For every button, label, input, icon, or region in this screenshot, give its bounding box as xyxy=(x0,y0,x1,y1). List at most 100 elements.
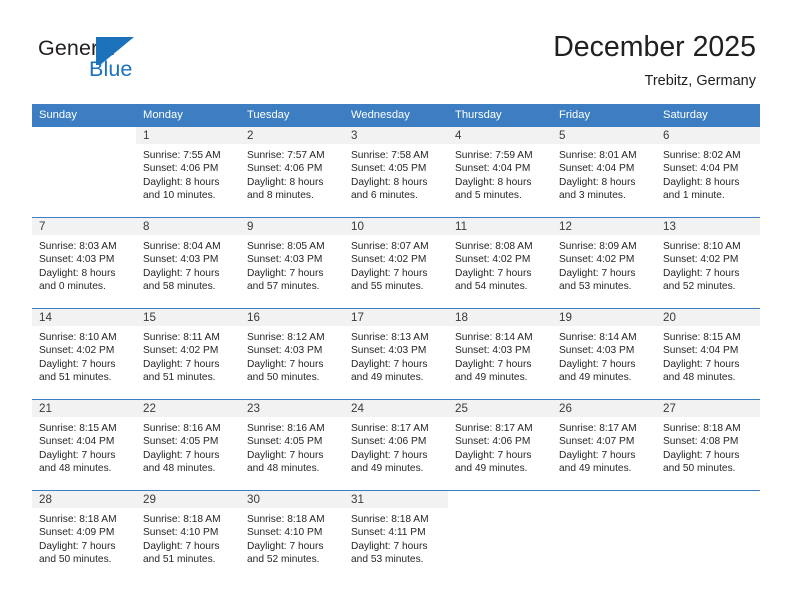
day-details: Sunrise: 8:10 AM Sunset: 4:02 PM Daylight:… xyxy=(32,326,136,384)
day-number: 24 xyxy=(344,400,448,417)
sunrise-time: Sunrise: 8:12 AM xyxy=(247,332,325,343)
calendar-day-cell[interactable]: 16 Sunrise: 8:12 AM Sunset: 4:03 PM Dayligh… xyxy=(240,308,344,400)
calendar-cell-empty xyxy=(32,127,136,218)
daylight-duration-line2: and 54 minutes. xyxy=(455,280,528,292)
sunrise-time: Sunrise: 8:16 AM xyxy=(247,423,325,434)
day-number: 29 xyxy=(136,491,240,508)
calendar-day-cell[interactable]: 23 Sunrise: 8:16 AM Sunset: 4:05 PM Dayligh… xyxy=(240,399,344,491)
daylight-duration-line2: and 53 minutes. xyxy=(559,280,632,292)
sunset-time: Sunset: 4:03 PM xyxy=(247,254,323,266)
calendar-day-cell[interactable]: 31 Sunrise: 8:18 AM Sunset: 4:11 PM Dayligh… xyxy=(344,490,448,581)
sunrise-time: Sunrise: 8:15 AM xyxy=(663,332,741,343)
calendar-day-cell[interactable]: 13 Sunrise: 8:10 AM Sunset: 4:02 PM Dayligh… xyxy=(656,217,760,309)
calendar-day-cell[interactable]: 3 Sunrise: 7:58 AM Sunset: 4:05 PM Daylight… xyxy=(344,127,448,218)
calendar-day-cell[interactable]: 8 Sunrise: 8:04 AM Sunset: 4:03 PM Daylight… xyxy=(136,217,240,309)
day-number: 2 xyxy=(240,127,344,144)
daylight-duration-line1: Daylight: 7 hours xyxy=(559,358,636,370)
daylight-duration-line2: and 49 minutes. xyxy=(559,462,632,474)
day-details: Sunrise: 8:04 AM Sunset: 4:03 PM Daylight:… xyxy=(136,235,240,293)
calendar-day-cell[interactable]: 11 Sunrise: 8:08 AM Sunset: 4:02 PM Dayligh… xyxy=(448,217,552,309)
calendar-day-cell[interactable]: 4 Sunrise: 7:59 AM Sunset: 4:04 PM Daylight… xyxy=(448,127,552,218)
daylight-duration-line1: Daylight: 7 hours xyxy=(663,267,740,279)
sunrise-time: Sunrise: 7:58 AM xyxy=(351,150,429,161)
logo-text-blue: Blue xyxy=(89,57,133,81)
calendar-day-cell[interactable]: 28 Sunrise: 8:18 AM Sunset: 4:09 PM Dayligh… xyxy=(32,490,136,581)
day-number: 1 xyxy=(136,127,240,144)
day-details: Sunrise: 8:02 AM Sunset: 4:04 PM Daylight:… xyxy=(656,144,760,202)
calendar-day-cell[interactable]: 20 Sunrise: 8:15 AM Sunset: 4:04 PM Dayligh… xyxy=(656,308,760,400)
sunset-time: Sunset: 4:07 PM xyxy=(559,436,635,448)
weekday-header-wednesday: Wednesday xyxy=(344,104,448,127)
sunset-time: Sunset: 4:08 PM xyxy=(663,436,739,448)
daylight-duration-line1: Daylight: 7 hours xyxy=(663,449,740,461)
calendar-day-cell[interactable]: 12 Sunrise: 8:09 AM Sunset: 4:02 PM Dayligh… xyxy=(552,217,656,309)
daylight-duration-line1: Daylight: 7 hours xyxy=(247,449,324,461)
location-subtitle: Trebitz, Germany xyxy=(644,73,756,89)
day-details: Sunrise: 8:14 AM Sunset: 4:03 PM Daylight:… xyxy=(448,326,552,384)
sunrise-time: Sunrise: 8:17 AM xyxy=(559,423,637,434)
sunrise-time: Sunrise: 8:17 AM xyxy=(351,423,429,434)
calendar-day-cell[interactable]: 7 Sunrise: 8:03 AM Sunset: 4:03 PM Daylight… xyxy=(32,217,136,309)
day-number: 17 xyxy=(344,309,448,326)
daylight-duration-line2: and 52 minutes. xyxy=(663,280,736,292)
calendar-day-cell[interactable]: 22 Sunrise: 8:16 AM Sunset: 4:05 PM Dayligh… xyxy=(136,399,240,491)
day-number xyxy=(448,491,552,508)
daylight-duration-line2: and 48 minutes. xyxy=(39,462,112,474)
sunrise-time: Sunrise: 8:13 AM xyxy=(351,332,429,343)
sunrise-time: Sunrise: 8:08 AM xyxy=(455,241,533,252)
day-number: 9 xyxy=(240,218,344,235)
calendar-week-row: 14 Sunrise: 8:10 AM Sunset: 4:02 PM Dayligh… xyxy=(32,308,760,400)
day-details: Sunrise: 8:09 AM Sunset: 4:02 PM Daylight:… xyxy=(552,235,656,293)
calendar-day-cell[interactable]: 18 Sunrise: 8:14 AM Sunset: 4:03 PM Dayligh… xyxy=(448,308,552,400)
calendar-day-cell[interactable]: 15 Sunrise: 8:11 AM Sunset: 4:02 PM Dayligh… xyxy=(136,308,240,400)
weekday-header-tuesday: Tuesday xyxy=(240,104,344,127)
weekday-header-friday: Friday xyxy=(552,104,656,127)
calendar-day-cell[interactable]: 26 Sunrise: 8:17 AM Sunset: 4:07 PM Dayligh… xyxy=(552,399,656,491)
calendar-day-cell[interactable]: 19 Sunrise: 8:14 AM Sunset: 4:03 PM Dayligh… xyxy=(552,308,656,400)
sunset-time: Sunset: 4:03 PM xyxy=(351,345,427,357)
day-details: Sunrise: 8:01 AM Sunset: 4:04 PM Daylight:… xyxy=(552,144,656,202)
sunset-time: Sunset: 4:03 PM xyxy=(455,345,531,357)
calendar-day-cell[interactable]: 14 Sunrise: 8:10 AM Sunset: 4:02 PM Dayligh… xyxy=(32,308,136,400)
day-number: 12 xyxy=(552,218,656,235)
day-details: Sunrise: 8:05 AM Sunset: 4:03 PM Daylight:… xyxy=(240,235,344,293)
calendar-day-cell[interactable]: 29 Sunrise: 8:18 AM Sunset: 4:10 PM Dayligh… xyxy=(136,490,240,581)
daylight-duration-line2: and 55 minutes. xyxy=(351,280,424,292)
calendar-day-cell[interactable]: 17 Sunrise: 8:13 AM Sunset: 4:03 PM Dayligh… xyxy=(344,308,448,400)
daylight-duration-line2: and 5 minutes. xyxy=(455,189,522,201)
calendar-day-cell[interactable]: 2 Sunrise: 7:57 AM Sunset: 4:06 PM Daylight… xyxy=(240,127,344,218)
daylight-duration-line1: Daylight: 8 hours xyxy=(559,176,636,188)
calendar-day-cell[interactable]: 1 Sunrise: 7:55 AM Sunset: 4:06 PM Daylight… xyxy=(136,127,240,218)
day-details: Sunrise: 8:07 AM Sunset: 4:02 PM Daylight:… xyxy=(344,235,448,293)
sunrise-time: Sunrise: 8:18 AM xyxy=(143,514,221,525)
calendar-day-cell[interactable]: 27 Sunrise: 8:18 AM Sunset: 4:08 PM Dayligh… xyxy=(656,399,760,491)
sunrise-time: Sunrise: 8:11 AM xyxy=(143,332,220,343)
daylight-duration-line1: Daylight: 7 hours xyxy=(247,358,324,370)
day-details: Sunrise: 8:14 AM Sunset: 4:03 PM Daylight:… xyxy=(552,326,656,384)
daylight-duration-line1: Daylight: 7 hours xyxy=(143,540,220,552)
calendar-day-cell[interactable]: 30 Sunrise: 8:18 AM Sunset: 4:10 PM Dayligh… xyxy=(240,490,344,581)
daylight-duration-line1: Daylight: 7 hours xyxy=(247,540,324,552)
sunset-time: Sunset: 4:02 PM xyxy=(143,345,219,357)
day-details: Sunrise: 7:57 AM Sunset: 4:06 PM Daylight:… xyxy=(240,144,344,202)
calendar-day-cell[interactable]: 5 Sunrise: 8:01 AM Sunset: 4:04 PM Daylight… xyxy=(552,127,656,218)
calendar-day-cell[interactable]: 6 Sunrise: 8:02 AM Sunset: 4:04 PM Daylight… xyxy=(656,127,760,218)
day-number xyxy=(552,491,656,508)
calendar-day-cell[interactable]: 25 Sunrise: 8:17 AM Sunset: 4:06 PM Dayligh… xyxy=(448,399,552,491)
daylight-duration-line2: and 50 minutes. xyxy=(663,462,736,474)
daylight-duration-line2: and 50 minutes. xyxy=(39,553,112,565)
calendar-day-cell[interactable]: 10 Sunrise: 8:07 AM Sunset: 4:02 PM Dayligh… xyxy=(344,217,448,309)
general-blue-logo[interactable]: General Blue xyxy=(38,36,188,88)
day-details: Sunrise: 8:17 AM Sunset: 4:06 PM Daylight:… xyxy=(344,417,448,475)
day-details: Sunrise: 7:58 AM Sunset: 4:05 PM Daylight:… xyxy=(344,144,448,202)
day-number: 20 xyxy=(656,309,760,326)
day-number xyxy=(656,491,760,508)
day-details: Sunrise: 8:18 AM Sunset: 4:09 PM Daylight:… xyxy=(32,508,136,566)
calendar-day-cell[interactable]: 21 Sunrise: 8:15 AM Sunset: 4:04 PM Dayligh… xyxy=(32,399,136,491)
calendar-day-cell[interactable]: 9 Sunrise: 8:05 AM Sunset: 4:03 PM Daylight… xyxy=(240,217,344,309)
day-details: Sunrise: 8:18 AM Sunset: 4:08 PM Daylight:… xyxy=(656,417,760,475)
daylight-duration-line2: and 51 minutes. xyxy=(143,553,216,565)
sunset-time: Sunset: 4:10 PM xyxy=(247,527,323,539)
calendar-day-cell[interactable]: 24 Sunrise: 8:17 AM Sunset: 4:06 PM Dayligh… xyxy=(344,399,448,491)
sunrise-time: Sunrise: 8:18 AM xyxy=(39,514,117,525)
